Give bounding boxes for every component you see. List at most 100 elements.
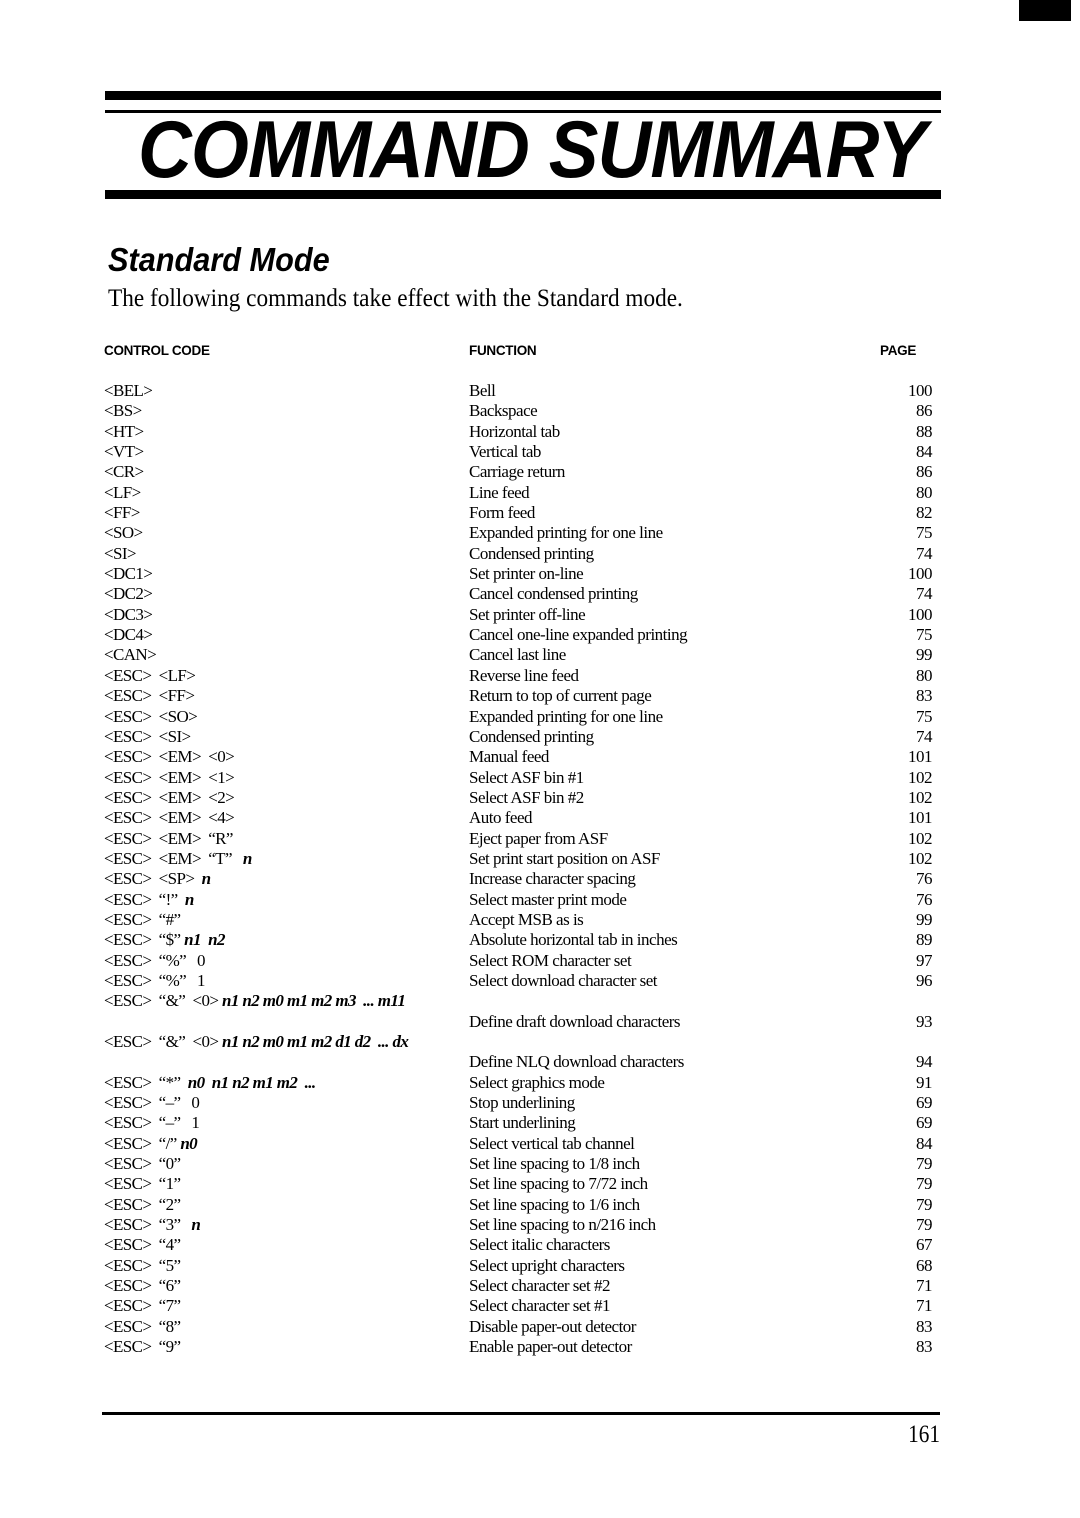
table-row: <CAN> Cancel last line 99: [0, 645, 1080, 665]
control-code-cell: <VT>: [104, 442, 144, 462]
function-description: Start underlining: [469, 1113, 576, 1133]
page-reference: 79: [916, 1154, 933, 1174]
control-code-cell: <ESC> “$” n1 n2: [104, 930, 226, 950]
page-reference: 99: [916, 909, 933, 929]
page-reference: 75: [916, 523, 933, 543]
control-code: <HT>: [104, 421, 144, 441]
table-row: <DC1> Set printer on-line 100: [0, 564, 1080, 584]
control-code-cell: <ESC> <SP> n: [104, 869, 211, 889]
control-code-arguments: n: [201, 869, 211, 889]
control-code: <ESC> “6”: [104, 1276, 181, 1296]
control-code-cell: <ESC> “8”: [104, 1317, 181, 1337]
control-code-cell: <CAN>: [104, 645, 157, 665]
table-row: <FF> Form feed 82: [0, 503, 1080, 523]
control-code-cell: <ESC> “!” n: [104, 890, 194, 910]
page-reference: 82: [916, 503, 933, 523]
table-row: <LF> Line feed 80: [0, 483, 1080, 503]
page-reference: 83: [916, 1316, 933, 1336]
control-code: <ESC> “!”: [104, 889, 185, 909]
control-code: <ESC> <LF>: [104, 665, 196, 685]
function-description: Increase character spacing: [469, 869, 636, 889]
page-reference: 69: [916, 1113, 933, 1133]
page-reference: 69: [916, 1093, 933, 1113]
page-reference: 97: [916, 950, 933, 970]
page-reference: 74: [916, 726, 933, 746]
function-description: Set line spacing to 7/72 inch: [469, 1174, 648, 1194]
table-row: <ESC> “#” Accept MSB as is 99: [0, 910, 1080, 930]
control-code: <CAN>: [104, 645, 157, 665]
function-description: Set print start position on ASF: [469, 848, 660, 868]
function-description: Select italic characters: [469, 1235, 610, 1255]
function-description: Set printer on-line: [469, 564, 584, 584]
control-code: <ESC> “7”: [104, 1296, 181, 1316]
control-code-cell: <FF>: [104, 503, 140, 523]
control-code: <ESC> <EM> <4>: [104, 808, 235, 828]
control-code-cell: <ESC> “–” 0: [104, 1093, 200, 1113]
control-code-cell: <ESC> “6”: [104, 1276, 181, 1296]
function-description: Select graphics mode: [469, 1072, 605, 1092]
control-code-cell: <SO>: [104, 523, 143, 543]
table-row: <ESC> “!” n Select master print mode 76: [0, 890, 1080, 910]
table-row: <ESC> “–” 0 Stop underlining 69: [0, 1093, 1080, 1113]
control-code-arguments: n1 n2 m0 m1 m2 d1 d2 ... dx: [222, 1032, 409, 1051]
control-code-cell: <ESC> “/” n0: [104, 1134, 198, 1154]
control-code: <ESC> “*”: [104, 1072, 188, 1092]
control-code: <ESC> “4”: [104, 1235, 181, 1255]
page-reference: 67: [916, 1235, 933, 1255]
control-code-cell: <DC2>: [104, 584, 153, 604]
control-code-cell: <ESC> <EM> <2>: [104, 788, 235, 808]
function-description: Absolute horizontal tab in inches: [469, 930, 678, 950]
control-code-arguments: n: [191, 1215, 201, 1235]
page-reference: 68: [916, 1255, 933, 1275]
control-code: <ESC> “%” 1: [104, 970, 206, 990]
control-code: <CR>: [104, 462, 144, 482]
function-description: Cancel condensed printing: [469, 584, 638, 604]
control-code-arguments: n1 n2: [184, 930, 225, 950]
control-code-cell: <LF>: [104, 483, 141, 503]
table-row: <ESC> <LF> Reverse line feed 80: [0, 666, 1080, 686]
page-reference: 74: [916, 584, 933, 604]
header-rule-top-thick: [105, 91, 941, 100]
table-row: <ESC> “–” 1 Start underlining 69: [0, 1113, 1080, 1133]
table-row: <ESC> “*” n0 n1 n2 m1 m2 ... Select graph…: [0, 1073, 1080, 1093]
table-row: <ESC> <SI> Condensed printing 74: [0, 727, 1080, 747]
function-description: Select vertical tab channel: [469, 1133, 635, 1153]
control-code-cell: <DC3>: [104, 605, 153, 625]
page-reference: 100: [908, 604, 933, 624]
control-code: <ESC> <EM> “R”: [104, 828, 233, 848]
page-reference: 84: [916, 1133, 933, 1153]
page-reference: 102: [908, 848, 933, 868]
control-code-cell: <ESC> <EM> “R”: [104, 829, 233, 849]
function-description: Form feed: [469, 503, 535, 523]
function-description: Manual feed: [469, 747, 549, 767]
control-code: <SO>: [104, 523, 143, 543]
page-reference: 99: [916, 645, 933, 665]
control-code: <LF>: [104, 482, 141, 502]
column-header-function: FUNCTION: [469, 343, 537, 358]
page-reference: 80: [916, 665, 933, 685]
table-row: <SI> Condensed printing 74: [0, 544, 1080, 564]
control-code-arguments: n1 n2 m0 m1 m2 m3 ... m11: [222, 991, 406, 1011]
function-description: Reverse line feed: [469, 665, 579, 685]
function-description: Accept MSB as is: [469, 909, 584, 929]
page-reference: 100: [908, 381, 933, 400]
control-code: <BS>: [104, 401, 142, 421]
page-reference: 102: [908, 828, 933, 848]
control-code: <SI>: [104, 543, 136, 563]
page-reference: 86: [916, 401, 933, 421]
control-code-cell: <ESC> <LF>: [104, 665, 196, 686]
table-row: <ESC> “&” <0> n1 n2 m0 m1 m2 m3 ... m11: [0, 991, 1080, 1011]
control-code-cell: <ESC> “&” <0> n1 n2 m0 m1 m2 m3 ... m11: [104, 991, 406, 1011]
function-description: Return to top of current page: [469, 686, 652, 706]
table-row: <ESC> “8” Disable paper-out detector 83: [0, 1317, 1080, 1337]
table-row: Define NLQ download characters 94: [0, 1052, 1080, 1072]
control-code-cell: <ESC> “4”: [104, 1235, 181, 1255]
table-row: <ESC> <EM> “T” n Set print start position…: [0, 849, 1080, 869]
page-reference: 83: [916, 1337, 933, 1357]
page-reference: 71: [916, 1276, 933, 1296]
control-code-cell: <ESC> “2”: [104, 1195, 181, 1215]
page-reference: 91: [916, 1072, 933, 1092]
table-row: <ESC> “9” Enable paper-out detector 83: [0, 1337, 1080, 1357]
control-code-cell: <ESC> <FF>: [104, 686, 195, 706]
function-description: Set line spacing to 1/8 inch: [469, 1154, 640, 1174]
